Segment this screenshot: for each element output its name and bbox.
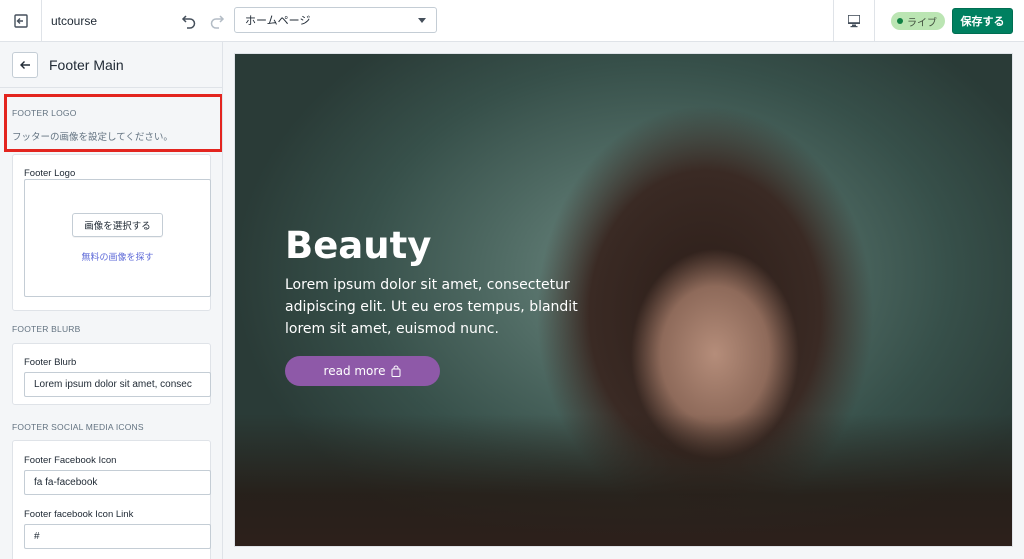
social-icons-heading: FOOTER SOCIAL MEDIA ICONS: [12, 422, 144, 432]
footer-blurb-heading: FOOTER BLURB: [12, 324, 81, 334]
hero-text: Lorem ipsum dolor sit amet, consectetur …: [285, 277, 578, 337]
footer-logo-card: Footer Logo 画像を選択する 無料の画像を探す: [12, 154, 211, 311]
highlight-annotation: [4, 94, 222, 152]
footer-blurb-label: Footer Blurb: [24, 357, 77, 368]
facebook-link-label: Footer facebook Icon Link: [24, 509, 134, 520]
exit-editor-button[interactable]: [0, 0, 42, 42]
arrow-left-icon: [20, 60, 30, 69]
undo-icon: [181, 14, 196, 29]
save-button[interactable]: 保存する: [952, 8, 1013, 34]
top-bar: utcourse ホームページ ライブ 保存する: [0, 0, 1024, 42]
footer-logo-label: Footer Logo: [24, 168, 76, 179]
back-button[interactable]: [12, 51, 38, 78]
hero-image-shade: [235, 414, 1012, 546]
image-picker: 画像を選択する 無料の画像を探す: [24, 179, 211, 297]
redo-button[interactable]: [203, 7, 231, 35]
footer-blurb-card: Footer Blurb Lorem ipsum dolor sit amet,…: [12, 343, 211, 405]
device-preview-button[interactable]: [833, 0, 875, 42]
section-title: Footer Main: [49, 56, 124, 73]
live-label: ライブ: [907, 17, 937, 29]
social-icons-card: Footer Facebook Icon fa fa-facebook Foot…: [12, 440, 211, 559]
desktop-icon: [848, 15, 860, 28]
free-images-link[interactable]: 無料の画像を探す: [81, 250, 153, 263]
live-status-badge: ライブ: [891, 12, 945, 30]
settings-sidebar: Footer Main FOOTER LOGO フッターの画像を設定してください…: [0, 42, 223, 559]
page-select-value: ホームページ: [245, 15, 311, 27]
select-image-button[interactable]: 画像を選択する: [72, 213, 163, 237]
hero-title: Beauty: [285, 224, 432, 267]
footer-blurb-input[interactable]: Lorem ipsum dolor sit amet, consec: [24, 372, 211, 397]
theme-preview: Beauty Lorem ipsum dolor sit amet, conse…: [234, 53, 1013, 547]
store-name: utcourse: [51, 13, 98, 28]
facebook-link-input[interactable]: #: [24, 524, 211, 549]
redo-icon: [210, 14, 225, 29]
read-more-label: read more: [323, 364, 386, 378]
live-dot-icon: [897, 18, 903, 24]
undo-button[interactable]: [175, 7, 203, 35]
read-more-button[interactable]: read more: [285, 356, 440, 386]
sidebar-header: Footer Main: [0, 42, 222, 88]
page-select[interactable]: ホームページ: [234, 7, 437, 33]
hero-content: Beauty Lorem ipsum dolor sit amet, conse…: [285, 224, 595, 386]
exit-icon: [13, 13, 28, 28]
shopping-bag-icon: [391, 365, 401, 377]
facebook-icon-label: Footer Facebook Icon: [24, 455, 117, 466]
caret-down-icon: [418, 17, 426, 23]
facebook-icon-input[interactable]: fa fa-facebook: [24, 470, 211, 495]
